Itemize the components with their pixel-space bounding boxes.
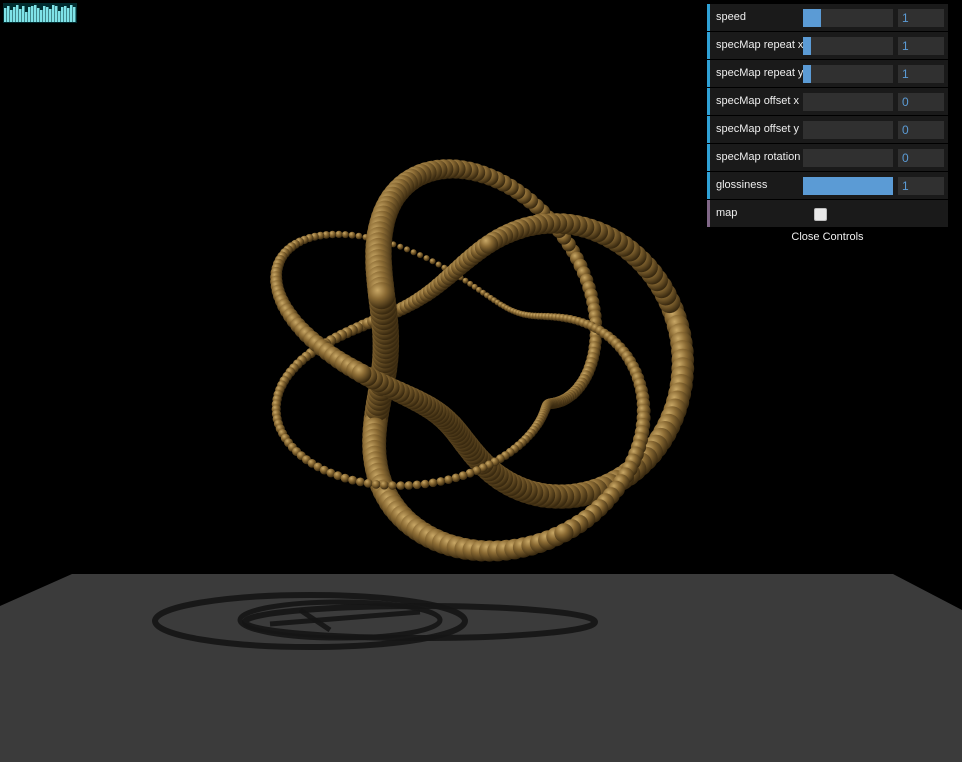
knot-bead [348, 475, 357, 485]
knot-bead [335, 230, 343, 238]
floor-plane [0, 574, 962, 762]
knot-bead [412, 480, 422, 490]
knot-bead [396, 481, 406, 490]
knot-bead [355, 232, 363, 240]
knot-bead [423, 255, 430, 262]
knot-bead [351, 363, 372, 384]
controller-value-input[interactable]: 1 [898, 37, 944, 55]
controller-label: specMap offset x [716, 95, 799, 107]
controller-label: glossiness [716, 179, 768, 191]
controller-row[interactable]: specMap offset x 0 [707, 88, 948, 115]
controller-slider[interactable] [803, 121, 893, 139]
knot-bead [404, 246, 410, 253]
stats-monitor[interactable] [3, 3, 77, 23]
knot-bead [388, 481, 397, 490]
controller-label: specMap offset y [716, 123, 799, 135]
controller-value-input[interactable]: 0 [898, 93, 944, 111]
knot-bead [428, 478, 438, 488]
knot-bead [379, 480, 389, 490]
controller-label: speed [716, 11, 746, 23]
controller-slider[interactable] [803, 177, 893, 195]
map-toggle-row[interactable]: map [707, 200, 948, 227]
controller-row[interactable]: specMap repeat x 1 [707, 32, 948, 59]
knot-bead [435, 261, 442, 268]
knot-bead [554, 523, 574, 543]
controller-label: specMap rotation [716, 151, 801, 163]
controls-panel: speed 1 specMap repeat x 1 specMap repeat y 1… [707, 4, 948, 246]
fps-graph [4, 5, 76, 22]
knot-bead [371, 480, 381, 489]
controller-label: specMap repeat y [716, 67, 804, 79]
knot-bead [451, 473, 461, 483]
controller-row[interactable]: glossiness 1 [707, 172, 948, 199]
slider-fill [803, 177, 893, 195]
controller-row[interactable]: specMap offset y 0 [707, 116, 948, 143]
knot-bead [410, 249, 417, 256]
controller-value-input[interactable]: 1 [898, 65, 944, 83]
knot-bead [417, 252, 424, 259]
slider-fill [803, 9, 821, 27]
knot-bead [340, 473, 350, 483]
controller-slider[interactable] [803, 149, 893, 167]
knot-bead [404, 481, 414, 490]
close-controls-button[interactable]: Close Controls [707, 228, 948, 246]
controller-slider[interactable] [803, 65, 893, 83]
controller-value-input[interactable]: 1 [898, 9, 944, 27]
controller-row[interactable]: speed 1 [707, 4, 948, 31]
knot-bead [479, 234, 499, 254]
knot-bead [368, 282, 396, 310]
knot-bead [436, 477, 446, 486]
knot-bead [444, 475, 453, 485]
controller-value-input[interactable]: 0 [898, 121, 944, 139]
knot-bead [429, 258, 436, 265]
slider-fill [803, 65, 811, 83]
controller-slider[interactable] [803, 37, 893, 55]
controller-value-input[interactable]: 0 [898, 149, 944, 167]
knot-bead [397, 243, 404, 250]
knot-bead [341, 231, 349, 239]
controller-value-input[interactable]: 1 [898, 177, 944, 195]
knot-bead [355, 477, 365, 487]
map-label: map [716, 207, 738, 219]
map-checkbox[interactable] [814, 208, 827, 221]
controller-label: specMap repeat x [716, 39, 804, 51]
knot-bead [420, 479, 430, 489]
controller-row[interactable]: specMap rotation 0 [707, 144, 948, 171]
controller-row[interactable]: specMap repeat y 1 [707, 60, 948, 87]
slider-fill [803, 37, 811, 55]
controller-slider[interactable] [803, 93, 893, 111]
knot-bead [348, 231, 356, 239]
controller-slider[interactable] [803, 9, 893, 27]
knot-bead [363, 478, 373, 488]
